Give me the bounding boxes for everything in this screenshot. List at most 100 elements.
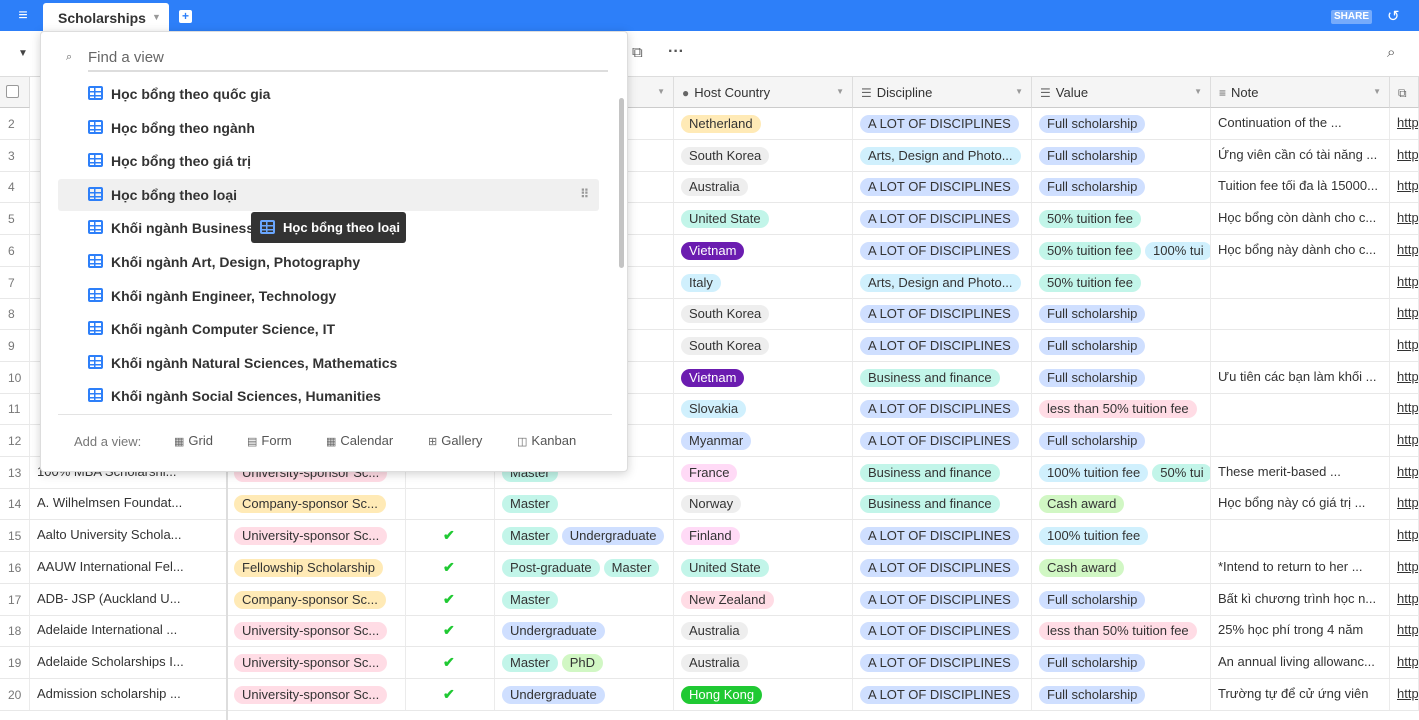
cell-host-country[interactable]: Slovakia <box>674 393 853 425</box>
chevron-down-icon[interactable]: ▼ <box>1194 87 1202 96</box>
cell-host-country[interactable]: France <box>674 456 853 488</box>
cell-link[interactable]: http <box>1390 108 1419 139</box>
cell-note[interactable] <box>1211 425 1390 456</box>
cell-note[interactable]: Ưu tiên các bạn làm khối ... <box>1211 361 1390 393</box>
cell-discipline[interactable]: A LOT OF DISCIPLINES <box>853 393 1032 425</box>
cell-link[interactable]: http <box>1390 488 1419 520</box>
cell-checkbox[interactable] <box>406 488 495 520</box>
table-row[interactable]: 14 A. Wilhelmsen Foundat... Company-sponso… <box>0 488 1419 521</box>
cell-value[interactable]: Full scholarship <box>1032 329 1211 361</box>
cell-link[interactable]: http <box>1390 203 1419 235</box>
table-row[interactable]: 19 Adelaide Scholarships I... University-s… <box>0 646 1419 679</box>
chevron-down-icon[interactable]: ▼ <box>1373 87 1381 96</box>
cell-discipline[interactable]: A LOT OF DISCIPLINES <box>853 678 1032 710</box>
cell-name[interactable]: Admission scholarship ... <box>30 678 227 710</box>
history-icon[interactable]: ↺ <box>1387 7 1400 25</box>
popup-scrollbar[interactable] <box>619 98 624 268</box>
cell-value[interactable]: 50% tuition fee <box>1032 266 1211 298</box>
cell-host-country[interactable]: Vietnam <box>674 234 853 266</box>
cell-checkbox[interactable]: ✔ <box>406 551 495 583</box>
cell-discipline[interactable]: Business and finance <box>853 456 1032 488</box>
cell-checkbox[interactable]: ✔ <box>406 678 495 710</box>
cell-type[interactable]: University-sponsor Sc... <box>227 646 406 678</box>
cell-host-country[interactable]: Australia <box>674 171 853 203</box>
cell-name[interactable]: Adelaide Scholarships I... <box>30 646 227 678</box>
cell-link[interactable]: http <box>1390 551 1419 583</box>
cell-link[interactable]: http <box>1390 361 1419 393</box>
cell-host-country[interactable]: Finland <box>674 520 853 552</box>
cell-link[interactable]: http <box>1390 139 1419 171</box>
cell-host-country[interactable]: South Korea <box>674 139 853 171</box>
drag-handle-icon[interactable]: ⠿ <box>580 187 589 201</box>
chevron-down-icon[interactable]: ▼ <box>836 87 844 96</box>
cell-link[interactable]: http <box>1390 520 1419 552</box>
hamburger-icon[interactable]: ≡ <box>12 8 34 24</box>
add-kanban-view-button[interactable]: ◫ Kanban <box>517 433 576 448</box>
cell-value[interactable]: less than 50% tuition fee <box>1032 393 1211 425</box>
cell-note[interactable]: Continuation of the ... <box>1211 108 1390 139</box>
table-row[interactable]: 18 Adelaide International ... University-s… <box>0 615 1419 648</box>
cell-link[interactable]: http <box>1390 393 1419 425</box>
find-view-input[interactable] <box>88 44 608 72</box>
cell-discipline[interactable]: Business and finance <box>853 488 1032 520</box>
cell-name[interactable]: AAUW International Fel... <box>30 551 227 583</box>
view-item[interactable]: Học bổng theo giá trị <box>58 145 599 177</box>
table-row[interactable]: 17 ADB- JSP (Auckland U... Company-sponsor… <box>0 583 1419 616</box>
column-header-host-country[interactable]: ● Host Country ▼ <box>674 77 853 108</box>
cell-degree[interactable]: Undergraduate <box>495 615 674 647</box>
chevron-down-icon[interactable]: ▼ <box>152 12 161 22</box>
cell-link[interactable]: http <box>1390 456 1419 488</box>
cell-note[interactable] <box>1211 520 1390 552</box>
cell-host-country[interactable]: Italy <box>674 266 853 298</box>
cell-host-country[interactable]: United State <box>674 551 853 583</box>
cell-host-country[interactable]: Netherland <box>674 108 853 139</box>
view-item[interactable]: Khối ngành Social Sciences, Humanities <box>58 380 599 412</box>
add-calendar-view-button[interactable]: ▦ Calendar <box>326 433 393 448</box>
chevron-down-icon[interactable]: ▼ <box>657 87 665 96</box>
cell-name[interactable]: A. Wilhelmsen Foundat... <box>30 488 227 520</box>
cell-value[interactable]: Full scholarship <box>1032 139 1211 171</box>
cell-checkbox[interactable]: ✔ <box>406 615 495 647</box>
cell-discipline[interactable]: A LOT OF DISCIPLINES <box>853 171 1032 203</box>
cell-degree[interactable]: Undergraduate <box>495 678 674 710</box>
add-table-button[interactable]: + <box>179 10 192 23</box>
cell-host-country[interactable]: Norway <box>674 488 853 520</box>
cell-discipline[interactable]: A LOT OF DISCIPLINES <box>853 583 1032 615</box>
cell-degree[interactable]: Master <box>495 488 674 520</box>
cell-checkbox[interactable]: ✔ <box>406 583 495 615</box>
cell-value[interactable]: Cash award <box>1032 488 1211 520</box>
cell-discipline[interactable]: A LOT OF DISCIPLINES <box>853 329 1032 361</box>
cell-link[interactable]: http <box>1390 425 1419 456</box>
cell-note[interactable]: An annual living allowanc... <box>1211 646 1390 678</box>
select-all-checkbox[interactable] <box>0 77 30 108</box>
cell-link[interactable]: http <box>1390 266 1419 298</box>
cell-type[interactable]: Company-sponsor Sc... <box>227 583 406 615</box>
column-header-discipline[interactable]: ☰ Discipline ▼ <box>853 77 1032 108</box>
cell-host-country[interactable]: Hong Kong <box>674 678 853 710</box>
cell-note[interactable] <box>1211 298 1390 330</box>
cell-name[interactable]: Adelaide International ... <box>30 615 227 647</box>
cell-discipline[interactable]: A LOT OF DISCIPLINES <box>853 646 1032 678</box>
cell-link[interactable]: http <box>1390 329 1419 361</box>
cell-value[interactable]: 50% tuition fee <box>1032 203 1211 235</box>
view-item[interactable]: Khối ngành Computer Science, IT <box>58 313 599 345</box>
cell-note[interactable]: 25% học phí trong 4 năm <box>1211 615 1390 647</box>
cell-value[interactable]: less than 50% tuition fee <box>1032 615 1211 647</box>
cell-link[interactable]: http <box>1390 298 1419 330</box>
cell-type[interactable]: University-sponsor Sc... <box>227 678 406 710</box>
cell-note[interactable] <box>1211 266 1390 298</box>
cell-discipline[interactable]: A LOT OF DISCIPLINES <box>853 298 1032 330</box>
cell-checkbox[interactable]: ✔ <box>406 520 495 552</box>
cell-value[interactable]: Cash award <box>1032 551 1211 583</box>
cell-checkbox[interactable]: ✔ <box>406 646 495 678</box>
cell-degree[interactable]: Master <box>495 583 674 615</box>
cell-value[interactable]: 100% tuition fee <box>1032 520 1211 552</box>
view-item[interactable]: Khối ngành Art, Design, Photography <box>58 246 599 278</box>
cell-value[interactable]: Full scholarship <box>1032 646 1211 678</box>
cell-value[interactable]: Full scholarship <box>1032 171 1211 203</box>
search-icon[interactable]: ⌕ <box>1387 44 1395 61</box>
cell-degree[interactable]: Post-graduate Master <box>495 551 674 583</box>
cell-discipline[interactable]: Arts, Design and Photo... <box>853 266 1032 298</box>
view-switcher-caret-icon[interactable]: ▼ <box>18 48 28 59</box>
share-button[interactable]: SHARE <box>1331 10 1373 24</box>
